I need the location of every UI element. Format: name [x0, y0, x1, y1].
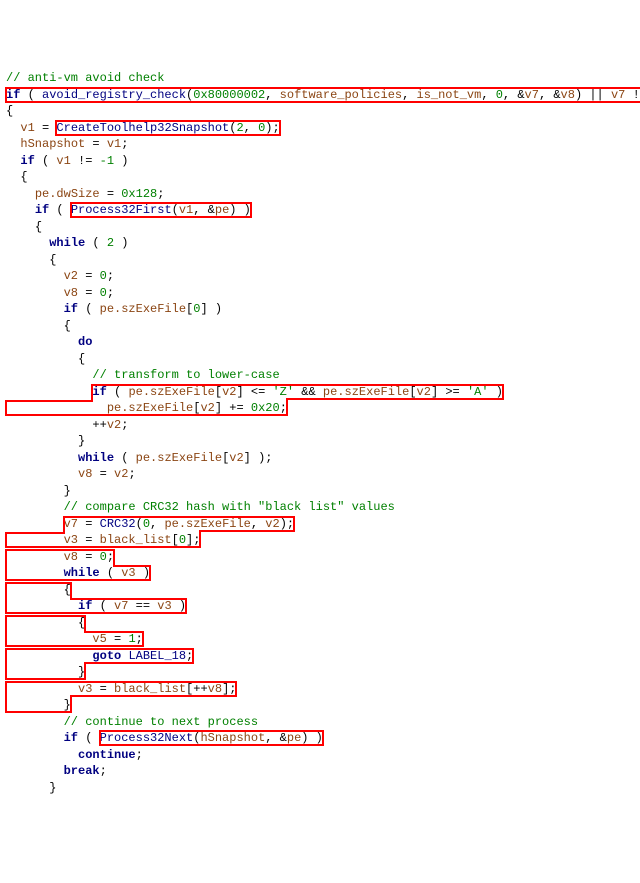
highlight-crc-compare: v7 = CRC32(0, pe.szExeFile, v2); v3 = bl…	[6, 517, 294, 713]
highlight-process32first: Process32First(v1, &pe) )	[71, 203, 251, 217]
comment: // compare CRC32 hash with "black list" …	[64, 500, 395, 514]
highlight-snapshot-call: CreateToolhelp32Snapshot(2, 0);	[56, 121, 279, 135]
comment: // anti-vm avoid check	[6, 71, 164, 85]
decompiled-code-block: // anti-vm avoid check if ( avoid_regist…	[6, 70, 634, 796]
comment: // continue to next process	[64, 715, 258, 729]
comment: // transform to lower-case	[92, 368, 279, 382]
highlight-registry-check: if ( avoid_registry_check(0x80000002, so…	[6, 88, 640, 102]
highlight-process32next: Process32Next(hSnapshot, &pe) )	[100, 731, 323, 745]
highlight-lowercase-xform: if ( pe.szExeFile[v2] <= 'Z' && pe.szExe…	[6, 385, 503, 416]
